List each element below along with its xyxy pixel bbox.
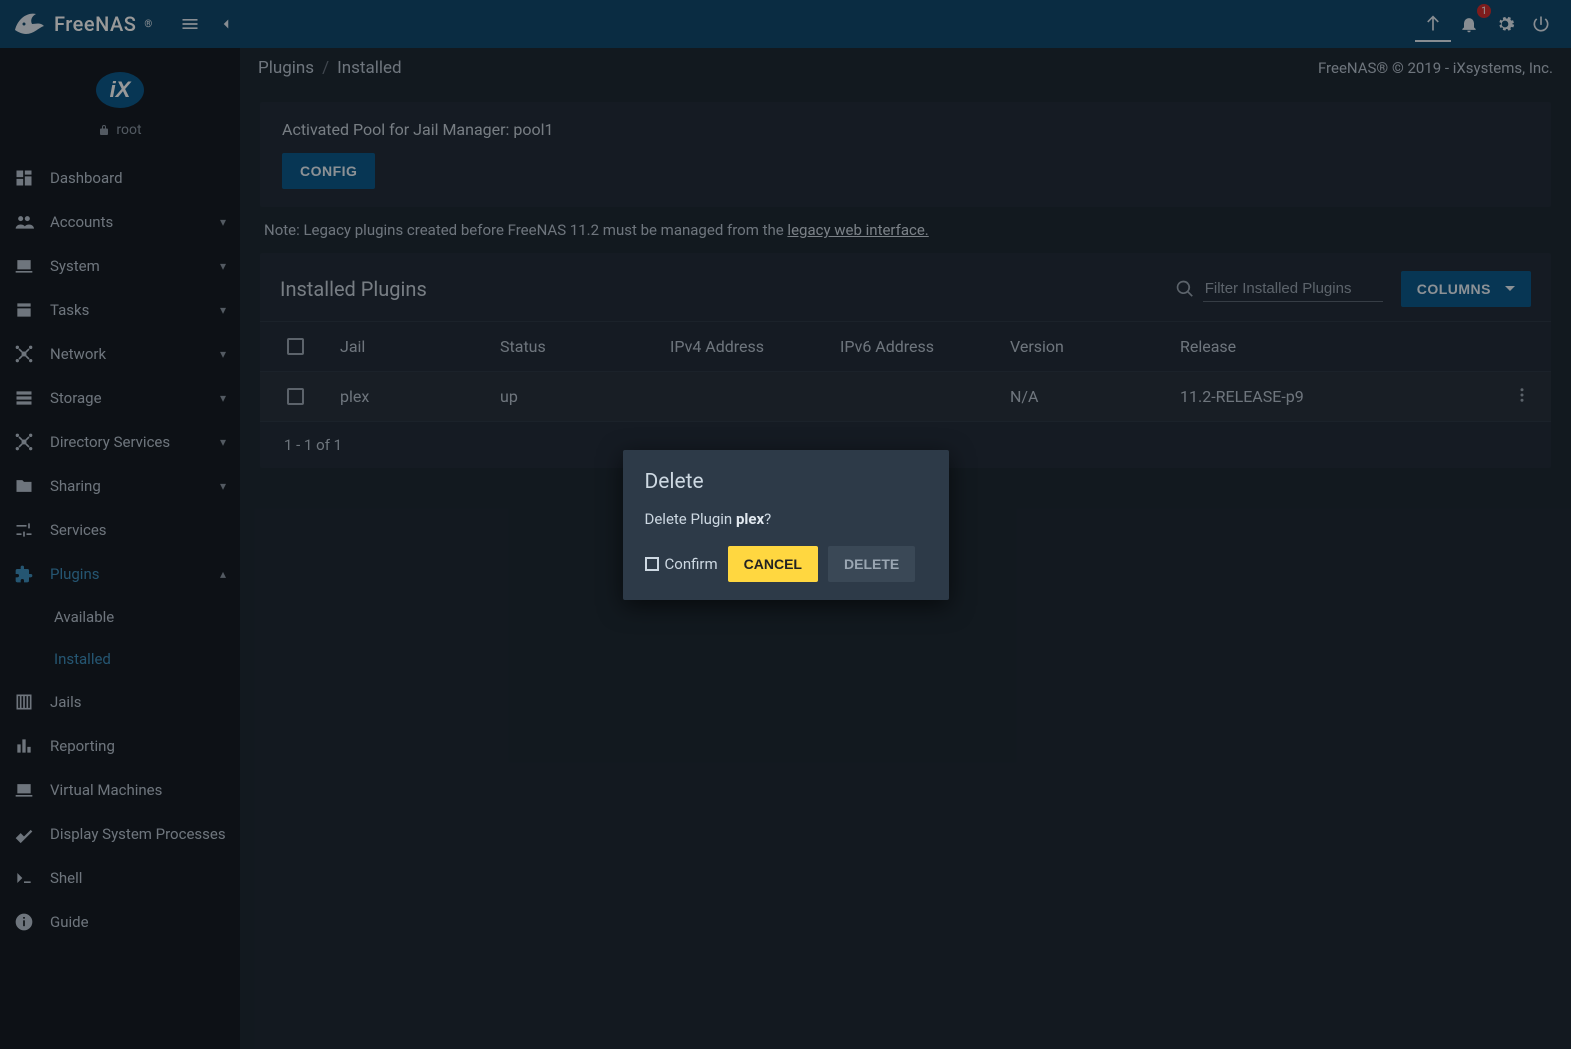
dialog-title: Delete (645, 470, 927, 494)
confirm-checkbox[interactable]: Confirm (645, 555, 718, 573)
delete-button[interactable]: DELETE (828, 546, 915, 582)
delete-dialog: Delete Delete Plugin plex? Confirm CANCE… (623, 450, 949, 600)
cancel-button[interactable]: CANCEL (728, 546, 818, 582)
confirm-label: Confirm (665, 555, 718, 573)
dialog-message: Delete Plugin plex? (645, 510, 927, 528)
dialog-scrim[interactable]: Delete Delete Plugin plex? Confirm CANCE… (0, 0, 1571, 1049)
checkbox-icon (645, 557, 659, 571)
